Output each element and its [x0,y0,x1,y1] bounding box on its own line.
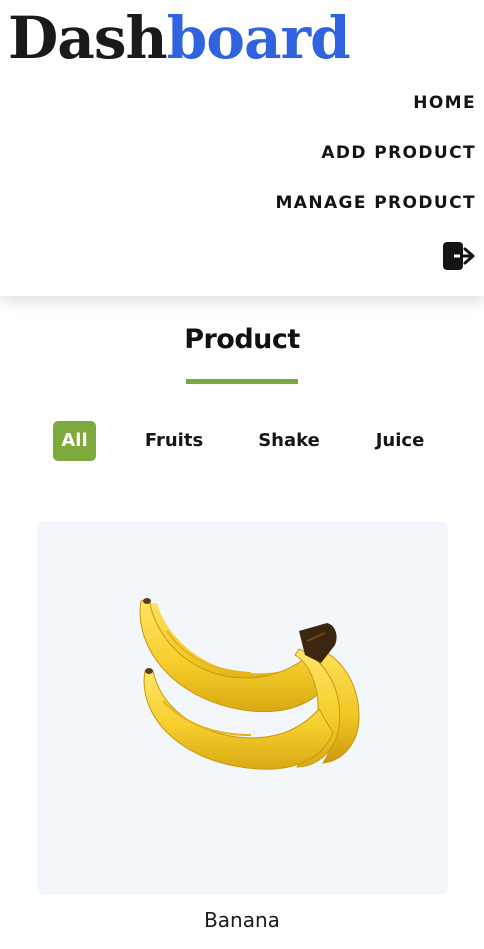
filter-juice-button[interactable]: Juice [370,421,430,461]
logout-button[interactable] [443,242,475,270]
nav-add-product-link[interactable]: ADD PRODUCT [321,143,476,163]
category-filter-bar: All Fruits Shake Juice [0,421,484,461]
filter-all-button[interactable]: All [53,421,96,461]
filter-shake-button[interactable]: Shake [254,421,324,461]
nav-home-link[interactable]: HOME [413,93,476,113]
banana-image [139,598,360,770]
product-name: Banana [204,908,280,932]
logo-part-dash: Dash [8,4,168,72]
filter-fruits-button[interactable]: Fruits [140,421,208,461]
logout-icon [443,242,475,270]
header: Dashboard HOME ADD PRODUCT MANAGE PRODUC… [0,0,484,296]
dashboard-logo[interactable]: Dashboard [8,2,351,74]
nav-manage-product-link[interactable]: MANAGE PRODUCT [275,193,476,213]
logo-part-board: board [166,4,351,72]
section-title: Product [184,324,300,355]
product-card[interactable] [37,521,448,895]
title-underline [186,379,298,384]
